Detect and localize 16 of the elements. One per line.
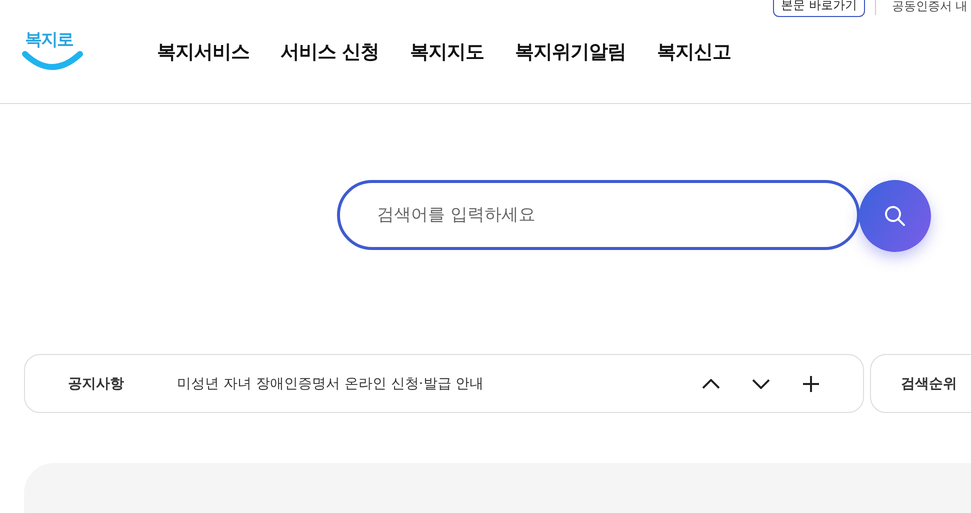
nav-item[interactable]: 복지신고	[657, 38, 732, 64]
chevron-up-icon	[702, 378, 720, 388]
nav-item[interactable]: 서비스 신청	[280, 38, 380, 64]
search-field[interactable]: 검색어를 입력하세요	[337, 180, 860, 250]
nav-item[interactable]: 복지위기알림	[515, 38, 626, 64]
chevron-down-icon	[752, 378, 770, 388]
nav-item[interactable]: 복지서비스	[157, 38, 250, 64]
ranking-label: 검색순위	[901, 374, 957, 392]
plus-icon	[802, 374, 820, 392]
search-icon	[883, 204, 907, 228]
search-button[interactable]	[859, 180, 931, 252]
nav-item[interactable]: 복지지도	[410, 38, 484, 64]
skip-link[interactable]: 본문 바로가기	[773, 0, 865, 17]
header-link[interactable]: 공동인증서 내	[874, 0, 968, 15]
notice-label: 공지사항	[68, 374, 124, 392]
notice-link[interactable]: 미성년 자녀 장애인증명서 온라인 신청·발급 안내	[177, 374, 695, 392]
